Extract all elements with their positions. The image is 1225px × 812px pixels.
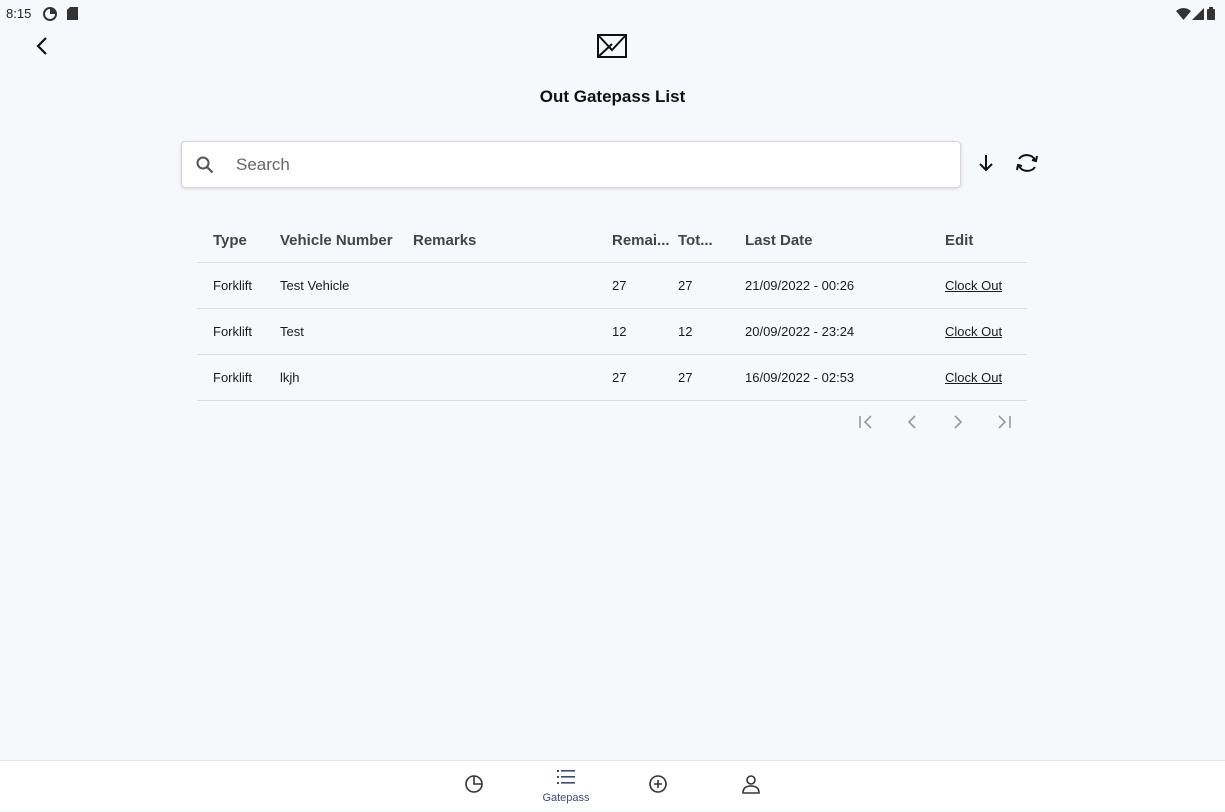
wifi-icon xyxy=(1176,7,1191,25)
nav-item-add[interactable] xyxy=(638,761,678,812)
cell-last-date: 16/09/2022 - 02:53 xyxy=(745,370,855,385)
next-page-button[interactable] xyxy=(946,412,970,436)
cell-last-date: 21/09/2022 - 00:26 xyxy=(745,278,855,293)
column-header-total[interactable]: Tot... xyxy=(678,232,745,249)
arrow-down-icon xyxy=(978,154,994,177)
table-row: Forklift Test Vehicle 27 27 21/09/2022 -… xyxy=(197,263,1027,309)
nav-item-profile[interactable] xyxy=(731,761,771,812)
bottom-navigation: Gatepass xyxy=(0,760,1225,811)
clock-out-link[interactable]: Clock Out xyxy=(945,278,1002,293)
search-box[interactable] xyxy=(181,141,961,188)
refresh-icon xyxy=(1015,152,1039,179)
status-time: 8:15 xyxy=(6,6,32,21)
column-header-edit[interactable]: Edit xyxy=(945,232,1027,249)
add-circle-icon xyxy=(648,774,668,799)
last-page-button[interactable] xyxy=(992,412,1016,436)
table-header-row: Type Vehicle Number Remarks Remai... Tot… xyxy=(197,218,1027,263)
clock-out-link[interactable]: Clock Out xyxy=(945,324,1002,339)
search-icon xyxy=(196,155,216,175)
clock-out-link[interactable]: Clock Out xyxy=(945,370,1002,385)
previous-page-icon xyxy=(907,414,917,434)
page-title: Out Gatepass List xyxy=(539,87,686,106)
person-icon xyxy=(742,774,760,799)
signal-icon xyxy=(1192,7,1204,25)
cell-remaining: 27 xyxy=(612,370,627,385)
refresh-button[interactable] xyxy=(1014,152,1040,178)
cell-remaining: 12 xyxy=(612,324,627,339)
column-header-last-date[interactable]: Last Date xyxy=(745,232,945,249)
cell-type: Forklift xyxy=(213,324,252,339)
cell-vehicle-number: Test Vehicle xyxy=(280,278,350,293)
data-saver-icon xyxy=(43,7,57,26)
pie-chart-icon xyxy=(464,774,484,799)
gatepass-table: Type Vehicle Number Remarks Remai... Tot… xyxy=(197,218,1027,401)
cell-type: Forklift xyxy=(213,278,252,293)
search-input[interactable] xyxy=(236,154,916,175)
cell-total: 12 xyxy=(678,324,693,339)
sort-button[interactable] xyxy=(973,152,999,178)
cell-total: 27 xyxy=(678,370,693,385)
back-button[interactable] xyxy=(28,34,56,62)
first-page-button[interactable] xyxy=(854,412,878,436)
table-row: Forklift lkjh 27 27 16/09/2022 - 02:53 C… xyxy=(197,355,1027,401)
cell-last-date: 20/09/2022 - 23:24 xyxy=(745,324,855,339)
cell-type: Forklift xyxy=(213,370,252,385)
cell-total: 27 xyxy=(678,278,693,293)
nav-item-gatepass[interactable]: Gatepass xyxy=(536,761,596,812)
list-icon xyxy=(557,769,575,789)
nav-item-dashboard[interactable] xyxy=(454,761,494,812)
chevron-left-icon xyxy=(36,36,48,60)
sd-card-icon xyxy=(67,7,78,25)
first-page-icon xyxy=(858,414,874,434)
cell-vehicle-number: Test xyxy=(280,324,304,339)
column-header-vehicle-number[interactable]: Vehicle Number xyxy=(280,232,413,249)
flag-logo-icon xyxy=(596,33,628,64)
next-page-icon xyxy=(953,414,963,434)
battery-icon xyxy=(1207,7,1215,25)
column-header-remarks[interactable]: Remarks xyxy=(413,232,612,249)
nav-label-gatepass: Gatepass xyxy=(542,791,590,804)
cell-vehicle-number: lkjh xyxy=(280,370,300,385)
column-header-type[interactable]: Type xyxy=(197,232,280,249)
last-page-icon xyxy=(996,414,1012,434)
status-bar: 8:15 xyxy=(0,0,1225,28)
column-header-remaining[interactable]: Remai... xyxy=(612,232,678,249)
table-row: Forklift Test 12 12 20/09/2022 - 23:24 C… xyxy=(197,309,1027,355)
previous-page-button[interactable] xyxy=(900,412,924,436)
cell-remaining: 27 xyxy=(612,278,627,293)
